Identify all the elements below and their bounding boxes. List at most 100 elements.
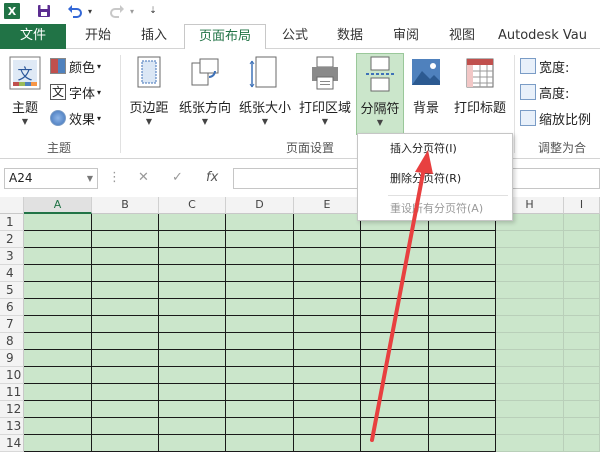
cell[interactable] <box>564 418 600 435</box>
cancel-icon[interactable]: ✕ <box>138 170 149 185</box>
cell[interactable] <box>92 231 159 248</box>
cell[interactable] <box>294 435 361 452</box>
scale-control[interactable]: 缩放比例 <box>520 107 591 129</box>
cell[interactable] <box>226 333 294 350</box>
tab-formulas[interactable]: 公式 <box>270 24 320 49</box>
tab-file[interactable]: 文件 <box>0 24 66 49</box>
colors-button[interactable]: 颜色 ▾ <box>50 55 101 77</box>
redo-dropdown-icon[interactable]: ▾ <box>128 3 136 19</box>
print-titles-button[interactable]: 打印标题 <box>448 53 512 133</box>
redo-icon[interactable] <box>108 3 126 19</box>
cell[interactable] <box>226 265 294 282</box>
cell[interactable] <box>226 316 294 333</box>
column-header-i[interactable]: I <box>564 197 600 214</box>
cell[interactable] <box>564 367 600 384</box>
cell[interactable] <box>496 333 564 350</box>
cell[interactable] <box>429 367 496 384</box>
cell[interactable] <box>226 350 294 367</box>
cell[interactable] <box>429 248 496 265</box>
tab-review[interactable]: 审阅 <box>380 24 432 49</box>
cell[interactable] <box>159 384 226 401</box>
cell[interactable] <box>294 384 361 401</box>
cell[interactable] <box>226 214 294 231</box>
cell[interactable] <box>496 231 564 248</box>
cell[interactable] <box>361 367 429 384</box>
size-button[interactable]: 纸张大小 ▼ <box>236 53 294 133</box>
cell[interactable] <box>361 265 429 282</box>
cell[interactable] <box>564 384 600 401</box>
cell[interactable] <box>564 214 600 231</box>
cell[interactable] <box>92 299 159 316</box>
cell[interactable] <box>294 265 361 282</box>
cell[interactable] <box>496 401 564 418</box>
fx-icon[interactable]: fx <box>206 170 218 185</box>
cell[interactable] <box>92 248 159 265</box>
row-header[interactable]: 13 <box>0 418 24 435</box>
breaks-button[interactable]: 分隔符 ▼ <box>356 53 404 135</box>
cell[interactable] <box>226 282 294 299</box>
cell[interactable] <box>496 435 564 452</box>
menu-item-insert-page-break[interactable]: 插入分页符(I) <box>358 138 512 160</box>
cell[interactable] <box>496 282 564 299</box>
cell[interactable] <box>294 214 361 231</box>
cell[interactable] <box>92 350 159 367</box>
cell[interactable] <box>294 350 361 367</box>
select-all-corner[interactable] <box>0 197 24 214</box>
cell[interactable] <box>294 231 361 248</box>
cell[interactable] <box>24 265 92 282</box>
cell[interactable] <box>24 435 92 452</box>
menu-item-remove-page-break[interactable]: 删除分页符(R) <box>358 168 512 190</box>
cell[interactable] <box>361 435 429 452</box>
cell[interactable] <box>159 316 226 333</box>
cell[interactable] <box>496 299 564 316</box>
cell[interactable] <box>429 384 496 401</box>
cell[interactable] <box>564 316 600 333</box>
undo-icon[interactable] <box>66 3 84 19</box>
cell[interactable] <box>429 435 496 452</box>
cell[interactable] <box>159 350 226 367</box>
cell[interactable] <box>429 282 496 299</box>
cell[interactable] <box>159 435 226 452</box>
cell[interactable] <box>159 401 226 418</box>
cell[interactable] <box>294 367 361 384</box>
tab-autodesk[interactable]: Autodesk Vau <box>498 24 600 49</box>
cell[interactable] <box>429 333 496 350</box>
cell[interactable] <box>564 265 600 282</box>
cell[interactable] <box>361 401 429 418</box>
cell[interactable] <box>92 418 159 435</box>
cell[interactable] <box>361 282 429 299</box>
cell[interactable] <box>361 316 429 333</box>
cell[interactable] <box>429 265 496 282</box>
cell[interactable] <box>429 231 496 248</box>
cell[interactable] <box>226 231 294 248</box>
cell[interactable] <box>429 418 496 435</box>
cell[interactable] <box>496 384 564 401</box>
row-header[interactable]: 5 <box>0 282 24 299</box>
cell[interactable] <box>429 401 496 418</box>
cell[interactable] <box>24 401 92 418</box>
cell[interactable] <box>24 282 92 299</box>
tab-view[interactable]: 视图 <box>436 24 488 49</box>
margins-button[interactable]: 页边距 ▼ <box>124 53 174 133</box>
cell[interactable] <box>92 265 159 282</box>
cell[interactable] <box>24 367 92 384</box>
row-header[interactable]: 10 <box>0 367 24 384</box>
cell[interactable] <box>92 435 159 452</box>
save-icon[interactable] <box>36 3 52 19</box>
cell[interactable] <box>361 248 429 265</box>
cell[interactable] <box>361 299 429 316</box>
cell[interactable] <box>24 248 92 265</box>
cell[interactable] <box>294 401 361 418</box>
cell[interactable] <box>24 418 92 435</box>
tab-page-layout[interactable]: 页面布局 <box>184 24 266 50</box>
cell[interactable] <box>24 333 92 350</box>
row-header[interactable]: 7 <box>0 316 24 333</box>
width-control[interactable]: 宽度: <box>520 55 569 77</box>
cell[interactable] <box>361 231 429 248</box>
cell[interactable] <box>496 367 564 384</box>
row-header[interactable]: 12 <box>0 401 24 418</box>
cell[interactable] <box>294 333 361 350</box>
tab-home[interactable]: 开始 <box>72 24 124 49</box>
cell[interactable] <box>226 299 294 316</box>
cell[interactable] <box>24 384 92 401</box>
